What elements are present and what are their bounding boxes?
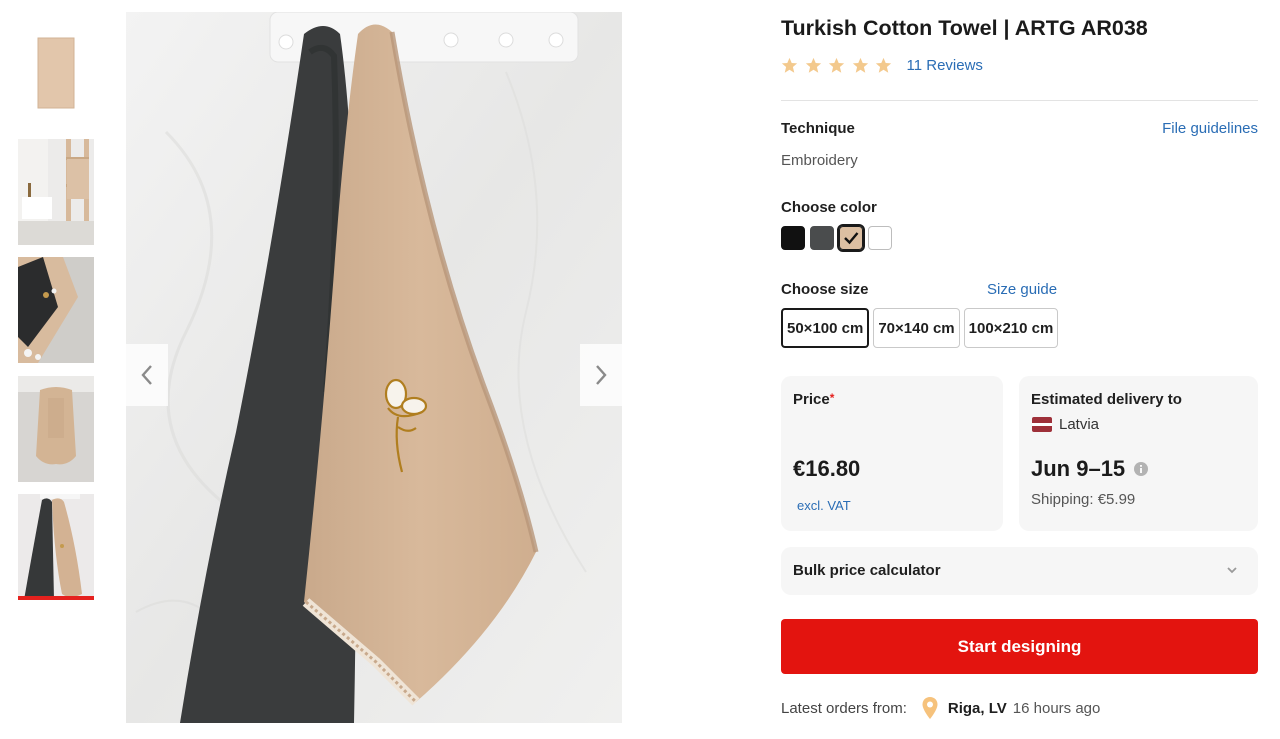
price-label: Price* [793, 391, 834, 408]
price-asterisk: * [829, 391, 835, 405]
towel-photo [126, 12, 622, 723]
delivery-date: Jun 9–15 [1031, 456, 1149, 482]
thumbnail-1-image [18, 24, 94, 130]
bulk-price-calculator-label: Bulk price calculator [793, 562, 941, 579]
delivery-country-name: Latvia [1059, 416, 1100, 433]
thumbnail-5[interactable] [18, 494, 94, 600]
thumbnail-4-image [18, 376, 94, 482]
thumbnail-1[interactable] [18, 24, 94, 130]
reviews-link[interactable]: 11 Reviews [907, 57, 983, 74]
star-icon [828, 57, 845, 73]
price-label-text: Price [793, 391, 830, 408]
rating[interactable]: 11 Reviews [781, 57, 983, 74]
technique-label: Technique [781, 120, 855, 137]
color-swatch-white[interactable] [868, 226, 892, 250]
choose-color-label: Choose color [781, 199, 877, 216]
file-guidelines-link[interactable]: File guidelines [1162, 120, 1258, 137]
chevron-right-icon [596, 365, 607, 385]
delivery-date-range: Jun 9–15 [1031, 456, 1126, 481]
latest-orders: Latest orders from: Riga, LV 16 hours ag… [781, 696, 1100, 720]
chevron-left-icon [141, 365, 152, 385]
thumbnail-2-image [18, 139, 94, 245]
vat-note[interactable]: excl. VAT [797, 498, 851, 513]
latest-orders-label: Latest orders from: [781, 699, 907, 717]
price-card: Price* €16.80 excl. VAT [781, 376, 1003, 531]
info-icon[interactable] [1134, 462, 1149, 476]
location-pin-icon [922, 697, 938, 719]
thumbnail-2[interactable] [18, 139, 94, 245]
chevron-down-icon [1227, 567, 1237, 574]
thumbnail-3[interactable] [18, 257, 94, 363]
choose-size-label: Choose size [781, 281, 869, 298]
shipping-cost: Shipping: €5.99 [1031, 491, 1136, 508]
size-guide-link[interactable]: Size guide [987, 281, 1057, 298]
price-amount: €16.80 [793, 456, 861, 481]
star-icon [852, 57, 868, 73]
thumbnail-4[interactable] [18, 376, 94, 482]
next-image-button[interactable] [580, 344, 622, 406]
main-product-image [126, 12, 622, 723]
previous-image-button[interactable] [126, 344, 168, 406]
product-title: Turkish Cotton Towel | ARTG AR038 [781, 16, 1148, 40]
color-swatches [781, 224, 897, 252]
size-options: 50×100 cm 70×140 cm 100×210 cm [781, 308, 1062, 348]
color-swatch-dark-grey[interactable] [810, 226, 834, 250]
technique-value: Embroidery [781, 152, 858, 169]
size-option-100x210[interactable]: 100×210 cm [963, 308, 1059, 348]
size-option-70x140[interactable]: 70×140 cm [873, 308, 960, 348]
latest-orders-city: Riga, LV [947, 699, 1007, 717]
delivery-card: Estimated delivery to Latvia Jun 9–15 Sh… [1019, 376, 1258, 531]
checkmark-icon [844, 232, 859, 245]
color-swatch-black[interactable] [781, 226, 805, 250]
bulk-price-calculator[interactable]: Bulk price calculator [781, 547, 1258, 595]
star-icon [875, 57, 892, 73]
delivery-country[interactable]: Latvia [1032, 416, 1099, 433]
thumbnail-5-image [18, 494, 94, 600]
thumbnail-3-image [18, 257, 94, 363]
size-option-50x100[interactable]: 50×100 cm [781, 308, 870, 348]
latest-orders-time: 16 hours ago [1012, 699, 1101, 717]
star-icon [781, 57, 798, 73]
delivery-label: Estimated delivery to [1031, 391, 1182, 408]
latvia-flag-icon [1032, 417, 1052, 432]
divider [781, 100, 1258, 101]
star-icon [805, 57, 821, 73]
start-designing-button[interactable]: Start designing [781, 619, 1258, 674]
color-swatch-beige[interactable] [837, 224, 865, 252]
